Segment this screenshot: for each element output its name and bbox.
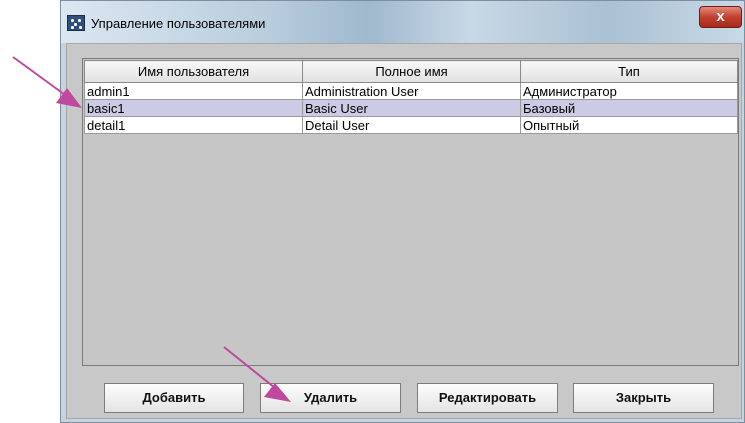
column-header-username[interactable]: Имя пользователя — [84, 60, 303, 83]
close-button[interactable]: Закрыть — [573, 383, 714, 413]
table-header-row: Имя пользователя Полное имя Тип — [84, 60, 738, 83]
user-management-dialog: Управление пользователями x Имя пользова… — [60, 0, 745, 423]
users-table: Имя пользователя Полное имя Тип admin1 A… — [84, 60, 738, 134]
table-row[interactable]: admin1 Administration User Администратор — [84, 82, 738, 100]
cell-username[interactable]: admin1 — [84, 82, 303, 100]
delete-button[interactable]: Удалить — [260, 383, 401, 413]
window-title: Управление пользователями — [91, 16, 266, 31]
cell-type[interactable]: Администратор — [520, 82, 738, 100]
cell-username[interactable]: basic1 — [84, 99, 303, 117]
table-row-selected[interactable]: basic1 Basic User Базовый — [84, 99, 738, 117]
users-table-frame: Имя пользователя Полное имя Тип admin1 A… — [82, 58, 739, 366]
cell-full-name[interactable]: Basic User — [302, 99, 521, 117]
column-header-type[interactable]: Тип — [520, 60, 738, 83]
cell-full-name[interactable]: Detail User — [302, 116, 521, 134]
cell-type[interactable]: Опытный — [520, 116, 738, 134]
cell-username[interactable]: detail1 — [84, 116, 303, 134]
app-icon — [67, 15, 85, 31]
cell-full-name[interactable]: Administration User — [302, 82, 521, 100]
title-bar[interactable]: Управление пользователями x — [61, 1, 744, 43]
window-close-button[interactable]: x — [699, 6, 742, 28]
column-header-full-name[interactable]: Полное имя — [302, 60, 521, 83]
add-button[interactable]: Добавить — [104, 383, 244, 413]
dialog-body: Имя пользователя Полное имя Тип admin1 A… — [66, 43, 742, 419]
edit-button[interactable]: Редактировать — [417, 383, 558, 413]
cell-type[interactable]: Базовый — [520, 99, 738, 117]
table-row[interactable]: detail1 Detail User Опытный — [84, 116, 738, 134]
